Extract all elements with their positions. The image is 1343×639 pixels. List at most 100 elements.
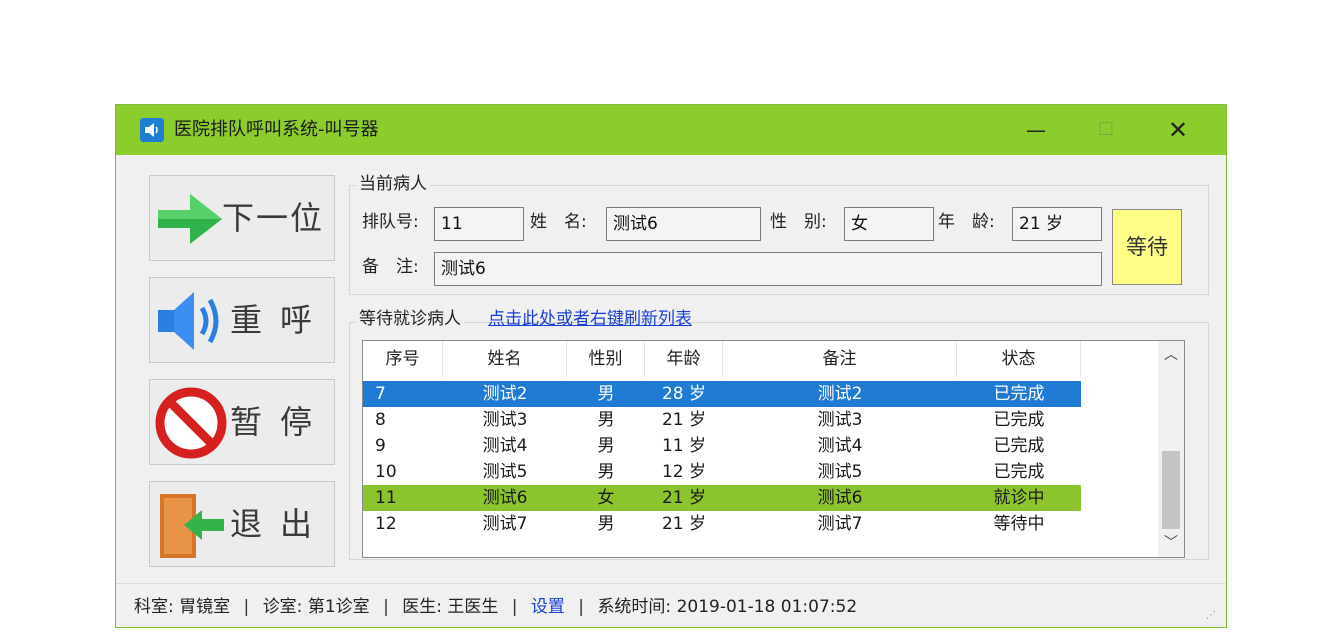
note-field[interactable]: 测试6 <box>434 252 1102 286</box>
cell-gender: 男 <box>597 436 615 456</box>
resize-grip-icon[interactable]: ⋰ <box>1206 610 1220 624</box>
speaker-icon <box>158 292 219 350</box>
cell-name: 测试4 <box>482 436 528 456</box>
close-button[interactable]: ✕ <box>1158 115 1198 145</box>
cell-note: 测试3 <box>817 410 863 430</box>
next-patient-button[interactable]: 下一位 <box>149 175 335 261</box>
arrow-right-icon <box>158 194 222 244</box>
status-separator: | <box>243 597 250 617</box>
cell-status: 已完成 <box>993 436 1045 456</box>
queue-number-label: 排队号: <box>362 212 419 232</box>
cell-note: 测试5 <box>817 462 863 482</box>
recall-label: 重呼 <box>230 301 331 339</box>
cell-index: 10 <box>375 462 397 482</box>
pause-label: 暂停 <box>230 403 331 441</box>
maximize-button[interactable]: ☐ <box>1086 115 1126 145</box>
scrollbar-thumb[interactable] <box>1162 451 1180 529</box>
cell-age: 21 岁 <box>661 410 707 430</box>
cell-index: 7 <box>375 384 386 404</box>
status-separator: | <box>578 597 585 617</box>
cell-age: 11 岁 <box>661 436 707 456</box>
table-row[interactable]: 10 测试5 男 12 岁 测试5 已完成 <box>363 459 1081 485</box>
column-header-index[interactable]: 序号 <box>363 341 443 377</box>
gender-field[interactable]: 女 <box>844 207 934 241</box>
column-header-note[interactable]: 备注 <box>723 341 957 377</box>
system-time-label: 系统时间: <box>597 597 672 617</box>
cell-note: 测试7 <box>817 514 863 534</box>
dept-value: 胃镜室 <box>179 597 231 617</box>
refresh-list-link[interactable]: 点击此处或者右键刷新列表 <box>488 308 692 330</box>
vertical-scrollbar[interactable]: ︿ ﹀ <box>1158 341 1184 557</box>
cell-name: 测试6 <box>482 488 528 508</box>
table-row[interactable]: 12 测试7 男 21 岁 测试7 等待中 <box>363 511 1081 537</box>
scroll-down-icon[interactable]: ﹀ <box>1158 531 1184 555</box>
list-header: 序号 姓名 性别 年龄 备注 状态 <box>363 341 1163 377</box>
scroll-up-icon[interactable]: ︿ <box>1158 343 1184 367</box>
window-title: 医院排队呼叫系统-叫号器 <box>174 119 379 140</box>
age-field[interactable]: 21 岁 <box>1012 207 1102 241</box>
dept-label: 科室: <box>134 597 174 617</box>
gender-label: 性 别: <box>770 212 827 232</box>
wait-button[interactable]: 等待 <box>1112 209 1182 285</box>
table-row[interactable]: 8 测试3 男 21 岁 测试3 已完成 <box>363 407 1081 433</box>
column-header-status[interactable]: 状态 <box>957 341 1081 377</box>
table-row[interactable]: 7 测试2 男 28 岁 测试2 已完成 <box>363 381 1081 407</box>
exit-button[interactable]: 退出 <box>149 481 335 567</box>
speaker-app-icon <box>140 118 164 142</box>
cell-index: 11 <box>375 488 397 508</box>
doctor-label: 医生: <box>402 597 442 617</box>
exit-label: 退出 <box>230 505 331 543</box>
cell-index: 8 <box>375 410 386 430</box>
cell-age: 21 岁 <box>661 514 707 534</box>
cell-note: 测试6 <box>817 488 863 508</box>
name-label: 姓 名: <box>530 212 587 232</box>
cell-age: 21 岁 <box>661 488 707 508</box>
status-separator: | <box>511 597 518 617</box>
waiting-patients-list[interactable]: 序号 姓名 性别 年龄 备注 状态 7 测试2 男 28 岁 测试2 已完成 8… <box>362 340 1185 558</box>
cell-status: 就诊中 <box>993 488 1045 508</box>
cell-index: 9 <box>375 436 386 456</box>
cell-gender: 男 <box>597 462 615 482</box>
minimize-button[interactable]: — <box>1016 115 1056 145</box>
cell-age: 28 岁 <box>661 384 707 404</box>
settings-link[interactable]: 设置 <box>531 597 565 617</box>
cell-age: 12 岁 <box>661 462 707 482</box>
name-field[interactable]: 测试6 <box>606 207 761 241</box>
next-patient-label: 下一位 <box>222 199 325 237</box>
column-header-name[interactable]: 姓名 <box>443 341 567 377</box>
cell-status: 已完成 <box>993 462 1045 482</box>
cell-gender: 男 <box>597 410 615 430</box>
status-info: 科室: 胃镜室 | 诊室: 第1诊室 | 医生: 王医生 | 设置 | 系统时间… <box>134 594 857 620</box>
cell-status: 已完成 <box>993 410 1045 430</box>
cell-note: 测试4 <box>817 436 863 456</box>
room-label: 诊室: <box>262 597 303 617</box>
table-row[interactable]: 9 测试4 男 11 岁 测试4 已完成 <box>363 433 1081 459</box>
queue-number-field[interactable]: 11 <box>434 207 524 241</box>
cell-gender: 男 <box>597 514 615 534</box>
cell-name: 测试3 <box>482 410 528 430</box>
cell-name: 测试7 <box>482 514 528 534</box>
status-bar: 科室: 胃镜室 | 诊室: 第1诊室 | 医生: 王医生 | 设置 | 系统时间… <box>116 583 1226 627</box>
cell-status: 已完成 <box>993 384 1045 404</box>
cell-gender: 女 <box>597 488 615 508</box>
pause-button[interactable]: 暂停 <box>149 379 335 465</box>
room-value: 第1诊室 <box>307 597 370 617</box>
doctor-value: 王医生 <box>447 597 499 617</box>
cell-index: 12 <box>375 514 397 534</box>
column-header-age[interactable]: 年龄 <box>645 341 723 377</box>
exit-door-icon <box>160 494 224 558</box>
prohibited-icon <box>155 387 227 459</box>
cell-name: 测试5 <box>482 462 528 482</box>
column-header-gender[interactable]: 性别 <box>567 341 645 377</box>
cell-name: 测试2 <box>482 384 528 404</box>
recall-button[interactable]: 重呼 <box>149 277 335 363</box>
status-separator: | <box>383 597 389 617</box>
age-label: 年 龄: <box>938 212 995 232</box>
cell-note: 测试2 <box>817 384 863 404</box>
title-bar[interactable]: 医院排队呼叫系统-叫号器 — ☐ ✕ <box>116 105 1226 155</box>
app-window: 医院排队呼叫系统-叫号器 — ☐ ✕ 下一位 重呼 暂停 退出 当前病人 排队号… <box>116 105 1226 627</box>
note-label: 备 注: <box>362 257 419 277</box>
table-row[interactable]: 11 测试6 女 21 岁 测试6 就诊中 <box>363 485 1081 511</box>
waiting-patients-title: 等待就诊病人 <box>356 308 464 330</box>
system-time-value: 2019-01-18 01:07:52 <box>676 597 858 617</box>
